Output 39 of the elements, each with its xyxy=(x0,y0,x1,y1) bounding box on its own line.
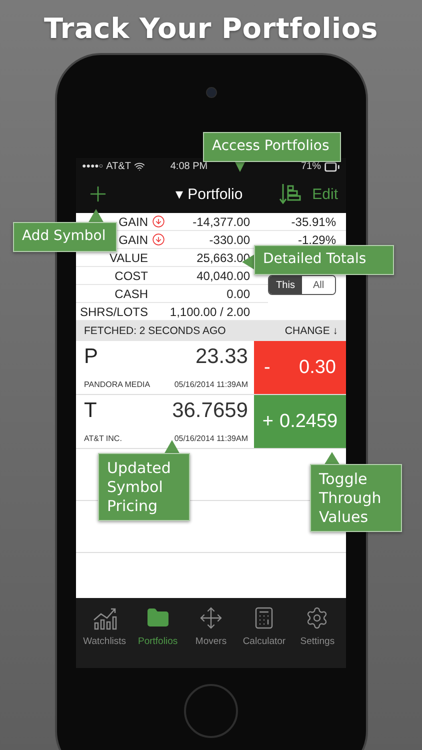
company-name: AT&T INC. xyxy=(84,434,122,443)
tab-item[interactable]: Watchlists xyxy=(78,606,132,668)
sort-label[interactable]: CHANGE ↓ xyxy=(284,325,338,337)
battery-percent: 71% xyxy=(300,161,321,172)
company-name: PANDORA MEDIA xyxy=(84,380,150,389)
clock-time: 4:08 PM xyxy=(170,161,208,172)
move-arrows-icon xyxy=(199,606,223,630)
quote-time: 05/16/2014 11:39AM xyxy=(174,380,248,389)
wifi-icon xyxy=(134,161,145,172)
callout: Toggle Through Values xyxy=(310,464,402,532)
quote-row[interactable]: T 36.7659 AT&T INC. 05/16/2014 11:39AM + 0.2459 xyxy=(76,395,346,449)
total-value: -14,377.00 xyxy=(168,213,268,231)
total-percent: -35.91% xyxy=(268,213,346,231)
portfolio-selector[interactable]: ▾ Portfolio xyxy=(175,185,243,203)
sort-icon[interactable] xyxy=(278,182,302,206)
edit-button[interactable]: Edit xyxy=(312,186,338,202)
tab-item[interactable]: Movers xyxy=(184,606,238,668)
fetched-time: FETCHED: 2 SECONDS AGO xyxy=(84,325,226,337)
price: 36.7659 xyxy=(172,399,248,423)
total-label: COST xyxy=(76,267,148,285)
tab-item[interactable]: Settings xyxy=(290,606,344,668)
tab-item[interactable]: Calculator xyxy=(238,606,291,668)
price: 23.33 xyxy=(195,345,248,369)
quote-time: 05/16/2014 11:39AM xyxy=(174,434,248,443)
chart-icon xyxy=(92,606,118,630)
change-button[interactable]: + 0.2459 xyxy=(254,395,346,448)
tab-item[interactable]: Portfolios xyxy=(131,606,184,668)
callout: Updated Symbol Pricing xyxy=(98,453,190,522)
total-label: CASH xyxy=(76,285,148,303)
segment-tab[interactable]: This xyxy=(269,276,302,294)
settings-icon xyxy=(305,606,330,630)
ticker-symbol: T xyxy=(84,399,97,423)
quote-row[interactable]: P 23.33 PANDORA MEDIA 05/16/2014 11:39AM - 0.30 xyxy=(76,341,346,395)
carrier-name: AT&T xyxy=(106,161,131,172)
headline: Track Your Portfolios xyxy=(44,12,378,45)
change-button[interactable]: - 0.30 xyxy=(254,341,346,394)
total-value: 0.00 xyxy=(168,285,268,303)
camera-icon xyxy=(206,87,216,98)
ticker-symbol: P xyxy=(84,345,98,369)
